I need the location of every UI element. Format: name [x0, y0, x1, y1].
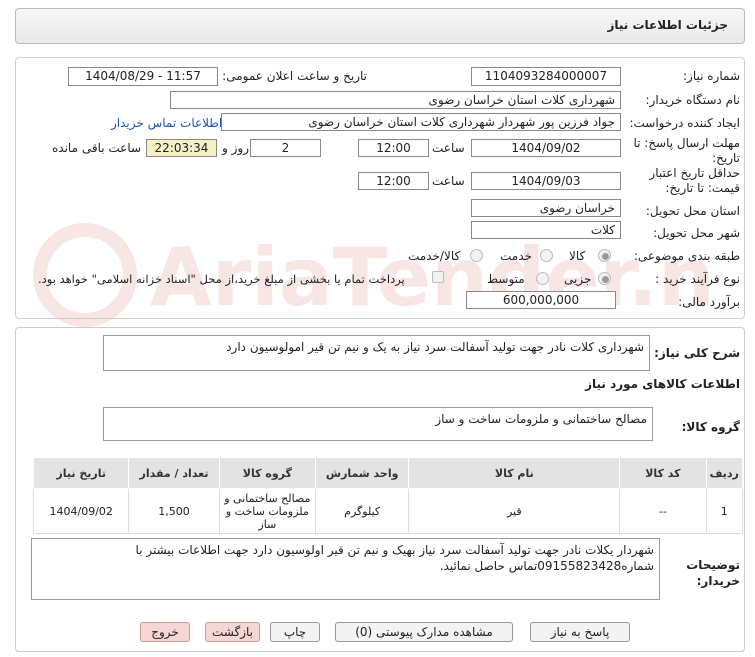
payment-note: پرداخت تمام یا بخشی از مبلغ خرید،از محل …	[38, 272, 405, 286]
announce-field: 1404/08/29 - 11:57	[68, 67, 218, 86]
reply-deadline-label: مهلت ارسال پاسخ: تا تاریخ:	[633, 136, 740, 165]
cell-code: --	[619, 488, 707, 534]
city-label: شهر محل تحویل:	[653, 226, 740, 240]
need-number-field: 1104093284000007	[471, 67, 621, 86]
remaining-time-field: 22:03:34	[146, 139, 217, 157]
treasury-checkbox[interactable]	[432, 271, 444, 283]
cell-name: قیر	[408, 488, 621, 534]
print-button[interactable]: چاپ	[270, 622, 320, 642]
back-button[interactable]: بازگشت	[205, 622, 260, 642]
category-both-label: کالا/خدمت	[408, 249, 461, 263]
description-label: شرح کلی نیاز:	[654, 346, 740, 360]
process-medium-label: متوسط	[487, 272, 525, 286]
goods-table-header: ردیف کد کالا نام کالا واحد شمارش گروه کا…	[32, 457, 743, 489]
announce-label: تاریخ و ساعت اعلان عمومی:	[222, 69, 367, 83]
category-goods-label: کالا	[569, 249, 586, 263]
cell-date: 1404/09/02	[32, 488, 130, 534]
category-both-radio[interactable]	[470, 249, 483, 262]
process-label: نوع فرآیند خرید :	[655, 272, 740, 286]
col-qty: تعداد / مقدار	[128, 457, 220, 489]
validity-date-field: 1404/09/03	[471, 172, 621, 190]
page-header: جزئیات اطلاعات نیاز	[15, 8, 745, 44]
buyer-notes-label: توضیحات خریدار:	[686, 558, 740, 588]
province-field: خراسان رضوی	[471, 199, 621, 217]
reply-button[interactable]: پاسخ به نیاز	[530, 622, 630, 642]
reply-date-field: 1404/09/02	[471, 139, 621, 157]
goods-section-title: اطلاعات کالاهای مورد نیاز	[585, 377, 740, 391]
cell-qty: 1,500	[128, 488, 220, 534]
process-medium-radio[interactable]	[536, 272, 549, 285]
creator-label: ایجاد کننده درخواست:	[629, 116, 740, 130]
attachments-button[interactable]: مشاهده مدارک پیوستی (0)	[335, 622, 513, 642]
buyer-org-label: نام دستگاه خریدار:	[645, 93, 741, 107]
category-service-label: خدمت	[500, 249, 532, 263]
budget-field: 600,000,000	[466, 291, 616, 309]
creator-field: جواد فرزین پور شهردار شهرداری کلات استان…	[221, 113, 621, 131]
col-name: نام کالا	[408, 457, 621, 489]
cell-unit: کیلوگرم	[315, 488, 410, 534]
category-label: طبقه بندی موضوعی:	[633, 249, 740, 263]
col-group: گروه کالا	[218, 457, 317, 489]
reply-time-field: 12:00	[358, 139, 429, 157]
price-validity-label: حداقل تاریخ اعتبار قیمت: تا تاریخ:	[649, 166, 740, 195]
buyer-org-field: شهرداری کلات استان خراسان رضوی	[170, 91, 621, 109]
province-label: استان محل تحویل:	[645, 204, 740, 218]
goods-table: ردیف کد کالا نام کالا واحد شمارش گروه کا…	[32, 457, 743, 534]
col-date: تاریخ نیاز	[32, 457, 130, 489]
buyer-notes-field: شهردار یکلات نادر جهت تولید آسفالت سرد ن…	[31, 538, 660, 600]
cell-group: مصالح ساختمانی و ملزومات ساخت و ساز	[218, 488, 317, 534]
cell-row: 1	[705, 488, 743, 534]
page-title: جزئیات اطلاعات نیاز	[607, 18, 728, 32]
category-goods-radio[interactable]	[598, 249, 611, 262]
budget-label: برآورد مالی:	[678, 295, 740, 309]
remaining-time-label: ساعت باقی مانده	[52, 141, 142, 155]
category-service-radio[interactable]	[540, 249, 553, 262]
days-and-label: روز و	[222, 141, 249, 155]
col-unit: واحد شمارش	[315, 457, 410, 489]
goods-group-field: مصالح ساختمانی و ملزومات ساخت و ساز	[103, 407, 653, 441]
validity-time-label: ساعت	[432, 174, 465, 188]
col-row: ردیف	[705, 457, 743, 489]
city-field: کلات	[471, 221, 621, 239]
process-minor-label: جزیی	[564, 272, 592, 286]
exit-button[interactable]: خروج	[140, 622, 190, 642]
description-field: شهرداری کلات نادر جهت تولید آسفالت سرد ن…	[103, 335, 650, 371]
reply-time-label: ساعت	[432, 141, 465, 155]
goods-group-label: گروه کالا:	[681, 420, 740, 434]
process-minor-radio[interactable]	[598, 272, 611, 285]
table-row: 1 -- قیر کیلوگرم مصالح ساختمانی و ملزوما…	[32, 488, 743, 534]
validity-time-field: 12:00	[358, 172, 429, 190]
need-number-label: شماره نیاز:	[683, 69, 740, 83]
days-field: 2	[250, 139, 321, 157]
buyer-contact-link[interactable]: اطلاعات تماس خریدار	[111, 116, 222, 130]
col-code: کد کالا	[619, 457, 707, 489]
